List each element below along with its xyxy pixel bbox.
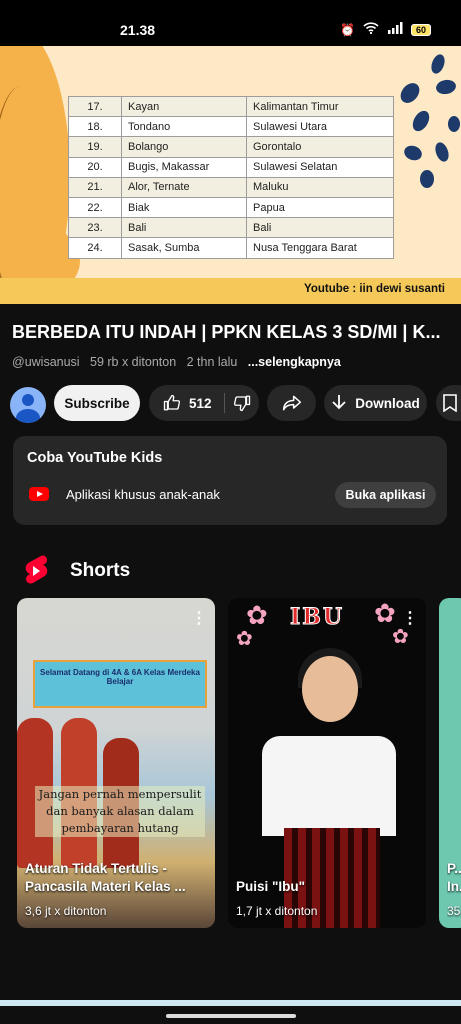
- table-row: 21. Alor, Ternate Maluku: [68, 176, 394, 198]
- short-title: Aturan Tidak Tertulis - Pancasila Materi…: [25, 861, 186, 894]
- table-cell: Papua: [246, 196, 394, 219]
- table-cell: Sulawesi Utara: [246, 116, 394, 138]
- table-cell: 23.: [68, 217, 122, 239]
- save-button[interactable]: [436, 385, 461, 421]
- promo-heading: Coba YouTube Kids: [27, 450, 163, 466]
- like-count: 512: [189, 395, 212, 411]
- view-count: 59 rb x ditonton: [90, 355, 177, 369]
- action-bar: Subscribe 512 Download: [0, 385, 461, 423]
- video-credit: Youtube : iin dewi susanti: [0, 278, 461, 304]
- share-button[interactable]: [267, 385, 316, 421]
- flower-decoration: ✿: [236, 628, 253, 650]
- video-meta[interactable]: @uwisanusi 59 rb x ditonton 2 thn lalu .…: [12, 355, 341, 369]
- table-cell: 17.: [68, 95, 122, 118]
- table-cell: 20.: [68, 156, 122, 178]
- table-row: 17. Kayan Kalimantan Timur: [68, 95, 394, 118]
- short-card[interactable]: Selamat Datang di 4A & 6A Kelas Merdeka …: [17, 598, 215, 928]
- table-row: 22. Biak Papua: [68, 196, 394, 219]
- short-views: 35...: [447, 904, 461, 918]
- video-title[interactable]: BERBEDA ITU INDAH | PPKN KELAS 3 SD/MI |…: [12, 322, 452, 343]
- subscribe-button[interactable]: Subscribe: [54, 385, 140, 421]
- table-cell: 19.: [68, 136, 122, 158]
- like-dislike-group: 512: [149, 385, 259, 421]
- table-cell: 22.: [68, 196, 122, 219]
- table-cell: Bugis, Makassar: [121, 156, 247, 178]
- bottom-strip: [0, 1000, 461, 1006]
- short-views: 1,7 jt x ditonton: [236, 904, 318, 918]
- video-caption: Jangan pernah mempersulit dan banyak ala…: [35, 786, 205, 837]
- like-button[interactable]: 512: [163, 394, 212, 412]
- table-cell: Sulawesi Selatan: [246, 156, 394, 178]
- more-options-icon[interactable]: ⋮: [191, 608, 207, 628]
- table-row: 23. Bali Bali: [68, 217, 394, 239]
- gesture-handle[interactable]: [166, 1014, 296, 1018]
- bookmark-icon: [443, 394, 457, 412]
- table-cell: Biak: [121, 196, 247, 219]
- short-views: 3,6 jt x ditonton: [25, 904, 107, 918]
- share-icon: [282, 395, 301, 411]
- thumbs-down-icon: [233, 395, 250, 412]
- more-link[interactable]: ...selengkapnya: [248, 355, 341, 369]
- shorts-logo-icon: [25, 555, 48, 584]
- channel-avatar[interactable]: [10, 387, 46, 423]
- table-cell: Kalimantan Timur: [246, 95, 394, 118]
- short-title: Puisi "Ibu": [236, 879, 306, 894]
- banner-text: Selamat Datang di 4A & 6A Kelas Merdeka …: [40, 668, 200, 686]
- channel-handle[interactable]: @uwisanusi: [12, 355, 80, 369]
- download-label: Download: [355, 395, 420, 411]
- signal-icon: [387, 22, 403, 37]
- more-options-icon[interactable]: ⋮: [402, 608, 418, 628]
- status-bar: 21.38 ⏰ 60: [0, 0, 461, 46]
- download-icon: [332, 395, 346, 410]
- battery-icon: 60: [410, 23, 431, 36]
- table-cell: Tondano: [121, 116, 247, 138]
- table-cell: Bali: [121, 217, 247, 239]
- divider: [223, 393, 225, 413]
- promo-description: Aplikasi khusus anak-anak: [66, 487, 220, 502]
- open-app-button[interactable]: Buka aplikasi: [335, 482, 436, 508]
- table-cell: 24.: [68, 237, 122, 259]
- classroom-banner: Selamat Datang di 4A & 6A Kelas Merdeka …: [33, 660, 207, 708]
- table-cell: 21.: [68, 176, 122, 198]
- table-row: 20. Bugis, Makassar Sulawesi Selatan: [68, 156, 394, 178]
- girl-figure: [302, 656, 358, 722]
- wifi-icon: [363, 22, 379, 37]
- video-frame-table: 17. Kayan Kalimantan Timur 18. Tondano Sulawe…: [68, 95, 394, 259]
- upload-age: 2 thn lalu: [186, 355, 238, 369]
- table-cell: Maluku: [246, 176, 394, 198]
- shorts-header: Shorts: [22, 554, 130, 588]
- table-cell: Bali: [246, 217, 394, 239]
- table-cell: Alor, Ternate: [121, 176, 247, 198]
- dislike-button[interactable]: [233, 394, 251, 412]
- short-card[interactable]: P... In... 35...: [439, 598, 461, 928]
- short-title: P... In...: [447, 861, 461, 894]
- thumbs-up-icon: [163, 394, 181, 411]
- youtube-logo-icon: [29, 487, 49, 501]
- girl-figure: [262, 736, 396, 836]
- table-cell: Kayan: [121, 95, 247, 118]
- table-row: 18. Tondano Sulawesi Utara: [68, 116, 394, 138]
- table-cell: 18.: [68, 116, 122, 138]
- shorts-title: Shorts: [70, 560, 131, 581]
- video-player[interactable]: 17. Kayan Kalimantan Timur 18. Tondano Sulawe…: [0, 46, 461, 304]
- table-cell: Gorontalo: [246, 136, 394, 158]
- overlay-text: IBU: [289, 604, 345, 631]
- table-row: 19. Bolango Gorontalo: [68, 136, 394, 158]
- clock: 21.38: [120, 22, 156, 38]
- table-cell: Sasak, Sumba: [121, 237, 247, 259]
- download-button[interactable]: Download: [324, 385, 427, 421]
- youtube-kids-promo: Coba YouTube Kids Aplikasi khusus anak-a…: [13, 436, 447, 525]
- table-cell: Bolango: [121, 136, 247, 158]
- table-row: 24. Sasak, Sumba Nusa Tenggara Barat: [68, 237, 394, 259]
- short-card[interactable]: ✿ ✿ ✿ ✿ IBU ⋮ Puisi "Ibu" 1,7 jt x diton…: [228, 598, 426, 928]
- table-cell: Nusa Tenggara Barat: [246, 237, 394, 259]
- status-icons: ⏰ 60: [340, 22, 431, 37]
- alarm-icon: ⏰: [340, 22, 355, 37]
